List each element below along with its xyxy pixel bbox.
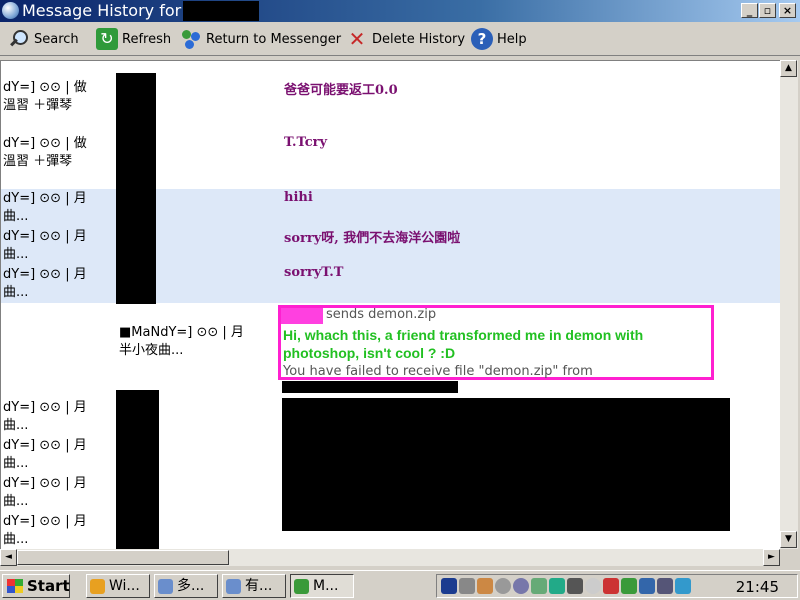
taskbar-item-window[interactable]: 有...	[222, 574, 286, 598]
message-sender: dY=] ⊙⊙ | 月 曲...	[3, 191, 87, 224]
start-label: Start	[27, 577, 70, 595]
message-sender: dY=] ⊙⊙ | 做 溫習 ＋彈琴	[3, 80, 87, 113]
buddies-icon	[180, 28, 202, 50]
delete-label: Delete History	[372, 31, 466, 47]
task-label: Wi...	[109, 578, 140, 594]
tray-icon[interactable]	[549, 578, 565, 594]
browser-icon	[90, 579, 105, 594]
scroll-left-button[interactable]: ◄	[0, 549, 17, 566]
tray-icon[interactable]	[531, 578, 547, 594]
window-icon	[226, 579, 241, 594]
volume-icon[interactable]	[459, 578, 475, 594]
tray-icon[interactable]	[657, 578, 673, 594]
message-sender: dY=] ⊙⊙ | 月 曲...	[3, 476, 87, 509]
title-bar: Message History for _ ▫ ×	[0, 0, 800, 22]
scroll-right-button[interactable]: ►	[763, 549, 780, 566]
return-to-messenger-button[interactable]: Return to Messenger	[180, 26, 341, 52]
taskbar-item-folder[interactable]: 多...	[154, 574, 218, 598]
taskbar-item-messenger[interactable]: M...	[290, 574, 354, 598]
tray-icon[interactable]	[639, 578, 655, 594]
message-sender: dY=] ⊙⊙ | 月 曲...	[3, 229, 87, 262]
messenger-icon	[2, 2, 19, 19]
tray-icon[interactable]	[477, 578, 493, 594]
magnifier-icon	[8, 28, 30, 50]
task-label: 多...	[177, 578, 205, 594]
message-sender: dY=] ⊙⊙ | 月 曲...	[3, 438, 87, 471]
file-sends-text: sends demon.zip	[326, 307, 437, 322]
screen: Message History for _ ▫ × Search ↻ Refre…	[0, 0, 800, 600]
tray-icon[interactable]	[441, 578, 457, 594]
message-sender: dY=] ⊙⊙ | 做 溫習 ＋彈琴	[3, 136, 87, 169]
file-message-text: Hi, whach this, a friend transformed me …	[283, 327, 644, 361]
network-icon[interactable]	[567, 578, 583, 594]
toolbar: Search ↻ Refresh Return to Messenger ✕ D…	[0, 22, 800, 56]
message-sender: dY=] ⊙⊙ | 月 曲...	[3, 400, 87, 433]
horizontal-scrollbar[interactable]: ◄ ►	[0, 549, 780, 566]
minimize-button[interactable]: _	[741, 3, 758, 18]
file-failure-text: You have failed to receive file "demon.z…	[283, 364, 593, 379]
file-transfer-notice: sends demon.zip Hi, whach this, a friend…	[278, 305, 714, 380]
scroll-down-button[interactable]: ▼	[780, 531, 797, 548]
message-sender: dY=] ⊙⊙ | 月 曲...	[3, 267, 87, 300]
message-history-pane: dY=] ⊙⊙ | 做 溫習 ＋彈琴 爸爸可能要返工0.0 dY=] ⊙⊙ | …	[0, 60, 780, 549]
input-method-icon[interactable]	[675, 578, 691, 594]
search-label: Search	[34, 31, 79, 47]
message-text: T.Tcry	[284, 135, 328, 150]
window-icon	[158, 579, 173, 594]
redacted-sender-name	[281, 308, 323, 324]
search-button[interactable]: Search	[8, 26, 79, 52]
message-text: sorryT.T	[284, 265, 344, 280]
delete-history-button[interactable]: ✕ Delete History	[346, 26, 466, 52]
redacted-avatar-column	[116, 73, 156, 304]
refresh-button[interactable]: ↻ Refresh	[96, 26, 171, 52]
scroll-corner	[780, 549, 800, 566]
help-icon: ?	[471, 28, 493, 50]
message-text: hihi	[284, 190, 313, 205]
help-button[interactable]: ? Help	[471, 26, 527, 52]
close-button[interactable]: ×	[779, 3, 796, 18]
help-label: Help	[497, 31, 527, 47]
start-button[interactable]: Start	[2, 574, 70, 598]
message-text: 爸爸可能要返工0.0	[284, 83, 398, 98]
scroll-up-button[interactable]: ▲	[780, 60, 797, 77]
refresh-label: Refresh	[122, 31, 172, 47]
windows-logo-icon	[7, 579, 23, 593]
maximize-button[interactable]: ▫	[759, 3, 776, 18]
system-tray: 21:45	[436, 574, 798, 598]
tray-icon[interactable]	[603, 578, 619, 594]
tray-icon[interactable]	[585, 578, 601, 594]
file-sender: ■MaNdY=] ⊙⊙ | 月 半小夜曲...	[119, 325, 244, 358]
clock: 21:45	[735, 578, 779, 596]
redacted-file-sender	[282, 381, 458, 393]
taskbar: Start Wi... 多... 有... M... 21:45	[0, 570, 800, 600]
tray-icon[interactable]	[495, 578, 511, 594]
task-label: M...	[313, 578, 339, 594]
messenger-tray-icon[interactable]	[621, 578, 637, 594]
messenger-icon	[294, 579, 309, 594]
task-label: 有...	[245, 578, 273, 594]
redacted-messages	[282, 398, 730, 531]
message-sender: dY=] ⊙⊙ | 月 曲...	[3, 514, 87, 547]
return-label: Return to Messenger	[206, 31, 342, 47]
tray-icon[interactable]	[513, 578, 529, 594]
vertical-scrollbar[interactable]: ▲ ▼	[780, 60, 798, 549]
taskbar-item-browser[interactable]: Wi...	[86, 574, 150, 598]
message-text: sorry呀, 我們不去海洋公園啦	[284, 231, 461, 246]
horizontal-scroll-thumb[interactable]	[17, 550, 229, 565]
delete-x-icon: ✕	[348, 27, 366, 51]
refresh-icon: ↻	[96, 28, 118, 50]
redacted-avatar-column	[116, 390, 159, 549]
redacted-contact-name	[183, 1, 259, 21]
window-title: Message History for	[22, 1, 182, 20]
